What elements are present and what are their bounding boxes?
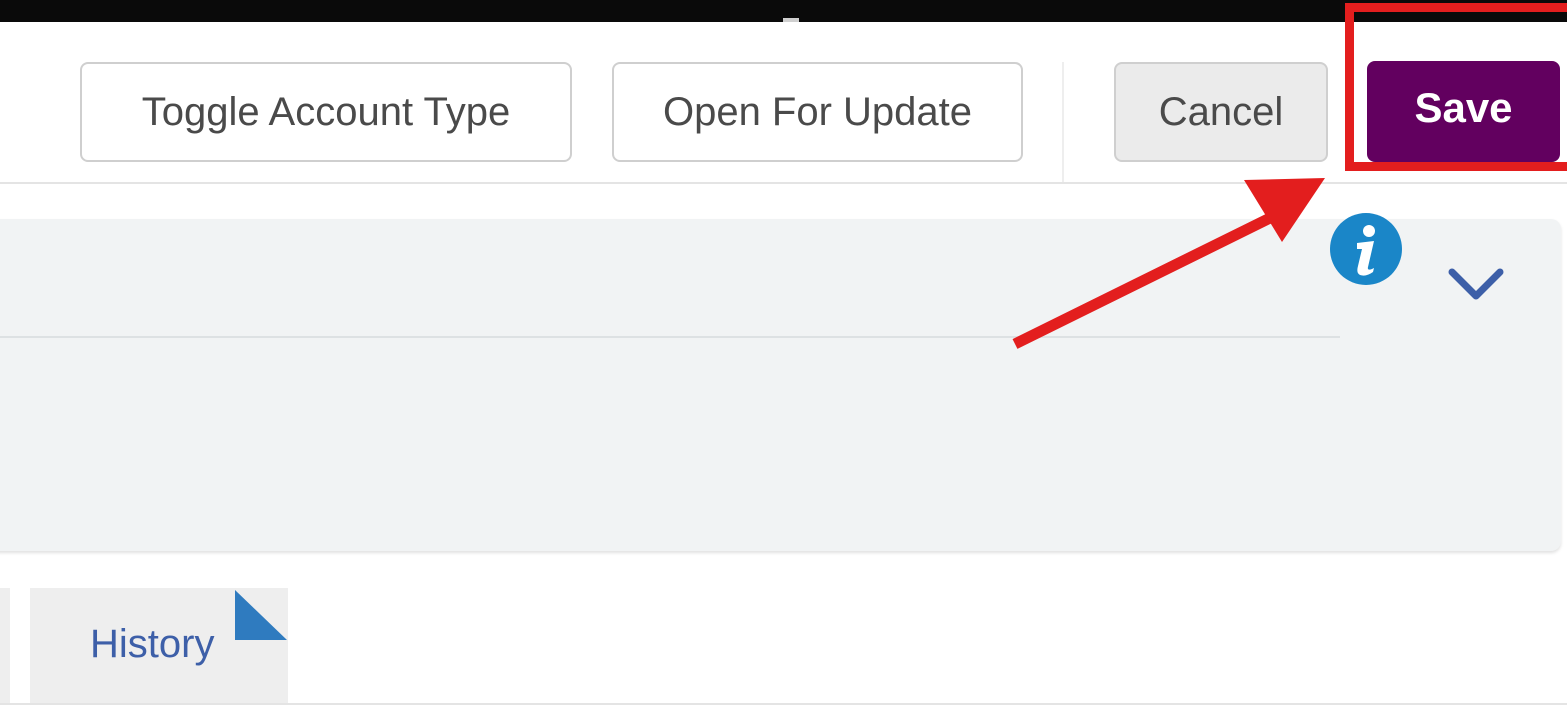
bottom-divider — [0, 703, 1567, 705]
toolbar-separator — [1062, 62, 1064, 184]
toggle-account-type-button[interactable]: Toggle Account Type — [80, 62, 572, 162]
chevron-down-icon[interactable] — [1448, 266, 1504, 302]
tab-previous[interactable] — [0, 588, 10, 703]
tab-corner-marker — [235, 590, 287, 640]
top-bar — [0, 0, 1567, 22]
action-toolbar: Toggle Account Type Open For Update Canc… — [0, 22, 1567, 184]
info-icon[interactable] — [1330, 213, 1402, 285]
cancel-button[interactable]: Cancel — [1114, 62, 1328, 162]
tab-history-label: History — [90, 622, 215, 666]
red-arrow-annotation — [1012, 178, 1325, 349]
open-for-update-button[interactable]: Open For Update — [612, 62, 1023, 162]
save-highlight-annotation — [1345, 3, 1567, 171]
app-window: Toggle Account Type Open For Update Canc… — [0, 0, 1567, 721]
